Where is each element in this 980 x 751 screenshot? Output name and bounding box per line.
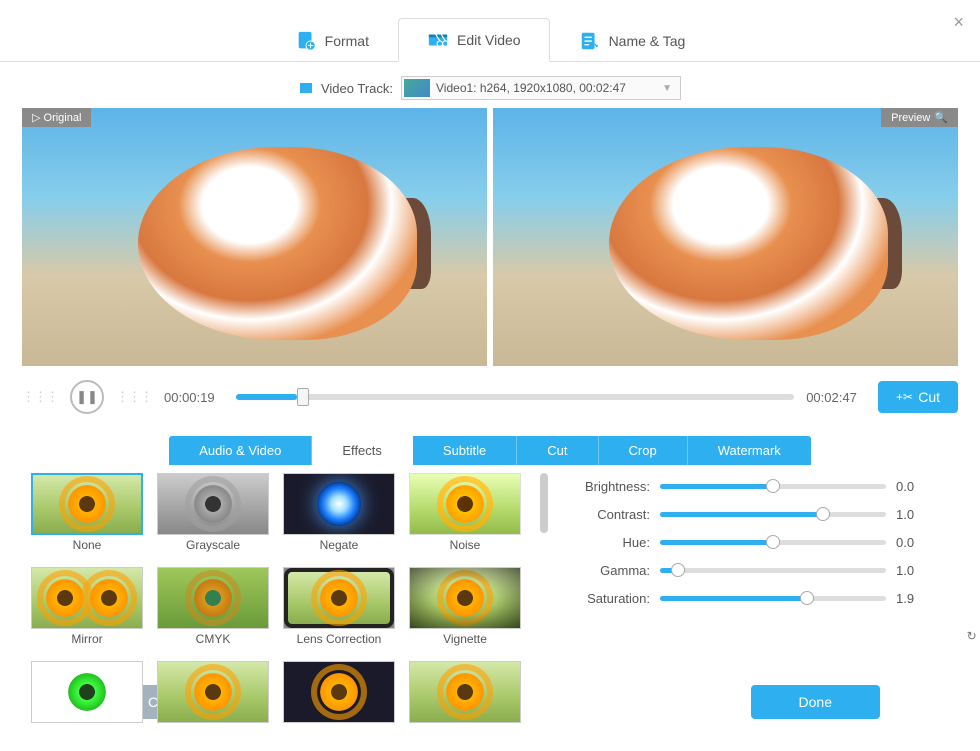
- tab-format[interactable]: Format: [266, 18, 398, 62]
- original-badge: ▷ Original: [22, 108, 91, 127]
- slider-contrast: Contrast: 1.0: [568, 507, 932, 522]
- timeline-slider[interactable]: [236, 394, 794, 400]
- effect-extra-3[interactable]: [280, 661, 398, 749]
- contrast-slider[interactable]: [660, 512, 886, 517]
- effect-extra-1[interactable]: [28, 661, 146, 749]
- pause-button[interactable]: ❚❚: [70, 380, 104, 414]
- subtab-watermark[interactable]: Watermark: [688, 436, 811, 465]
- subtab-audio-video[interactable]: Audio & Video: [169, 436, 312, 465]
- gamma-label: Gamma:: [568, 563, 650, 578]
- edit-video-icon: [427, 29, 449, 51]
- effect-none-label: None: [73, 538, 102, 552]
- hue-slider[interactable]: [660, 540, 886, 545]
- cut-button-label: Cut: [918, 389, 940, 405]
- tab-edit-video[interactable]: Edit Video: [398, 18, 550, 62]
- close-icon[interactable]: ×: [953, 12, 964, 33]
- video-track-label: Video Track:: [321, 81, 393, 96]
- original-badge-text: Original: [44, 112, 82, 124]
- svg-text:+✂: +✂: [896, 390, 912, 404]
- reset-icon: ↻: [967, 629, 977, 643]
- video-track-row: Video Track: Video1: h264, 1920x1080, 00…: [0, 61, 980, 108]
- drag-handle-right[interactable]: ⋮⋮⋮: [116, 389, 152, 405]
- tab-format-label: Format: [325, 33, 369, 49]
- effect-preview: [493, 108, 958, 366]
- contrast-label: Contrast:: [568, 507, 650, 522]
- effect-lens-label: Lens Correction: [297, 632, 382, 646]
- saturation-value: 1.9: [896, 591, 932, 606]
- gamma-slider[interactable]: [660, 568, 886, 573]
- slider-hue: Hue: 0.0: [568, 535, 932, 550]
- pause-icon: ❚❚: [76, 389, 98, 405]
- effect-extra-4[interactable]: [406, 661, 524, 749]
- effect-mirror-label: Mirror: [71, 632, 102, 646]
- preview-badge-text: Preview: [891, 112, 930, 124]
- track-selected-text: Video1: h264, 1920x1080, 00:02:47: [436, 81, 626, 95]
- hue-value: 0.0: [896, 535, 932, 550]
- effect-noise-label: Noise: [450, 538, 481, 552]
- effects-panel: None Grayscale Negate Noise Mirror CMYK: [28, 473, 952, 653]
- duration-time: 00:02:47: [806, 390, 866, 405]
- current-time: 00:00:19: [164, 390, 224, 405]
- effect-none[interactable]: None: [28, 473, 146, 561]
- subtab-cut[interactable]: Cut: [517, 436, 598, 465]
- drag-handle-left[interactable]: ⋮⋮⋮: [22, 389, 58, 405]
- track-thumbnail: [404, 79, 430, 97]
- subtab-effects[interactable]: Effects: [312, 436, 413, 465]
- effect-mirror[interactable]: Mirror: [28, 567, 146, 655]
- subtab-crop[interactable]: Crop: [599, 436, 688, 465]
- format-icon: [295, 30, 317, 52]
- sliders-column: Brightness: 0.0 Contrast: 1.0 Hue: 0.0 G…: [568, 473, 952, 653]
- effect-negate-label: Negate: [320, 538, 359, 552]
- slider-gamma: Gamma: 1.0: [568, 563, 932, 578]
- chevron-down-icon: ▼: [662, 83, 672, 94]
- tab-edit-video-label: Edit Video: [457, 32, 521, 48]
- preview-badge: Preview 🔍: [881, 108, 958, 127]
- effects-scrollbar[interactable]: [540, 473, 548, 533]
- slider-brightness: Brightness: 0.0: [568, 479, 932, 494]
- contrast-value: 1.0: [896, 507, 932, 522]
- tab-name-tag[interactable]: Name & Tag: [550, 18, 715, 62]
- top-tabs: Format Edit Video Name & Tag: [0, 0, 980, 62]
- hue-label: Hue:: [568, 535, 650, 550]
- cut-button[interactable]: +✂ Cut: [878, 381, 958, 413]
- name-tag-icon: [579, 30, 601, 52]
- effect-cmyk[interactable]: CMYK: [154, 567, 272, 655]
- saturation-slider[interactable]: [660, 596, 886, 601]
- scissors-icon: +✂: [896, 390, 912, 404]
- effect-negate[interactable]: Negate: [280, 473, 398, 561]
- magnify-icon: 🔍: [934, 111, 948, 124]
- timeline-row: ⋮⋮⋮ ❚❚ ⋮⋮⋮ 00:00:19 00:02:47 +✂ Cut: [0, 366, 980, 428]
- edit-sub-tabs: Audio & Video Effects Subtitle Cut Crop …: [22, 436, 958, 465]
- effect-noise[interactable]: Noise: [406, 473, 524, 561]
- timeline-thumb[interactable]: [297, 388, 309, 406]
- brightness-slider[interactable]: [660, 484, 886, 489]
- preview-row: ▷ Original Preview 🔍: [0, 108, 980, 366]
- effect-grayscale-label: Grayscale: [186, 538, 240, 552]
- gamma-value: 1.0: [896, 563, 932, 578]
- track-icon: [299, 81, 313, 95]
- subtab-subtitle[interactable]: Subtitle: [413, 436, 517, 465]
- effect-vignette-label: Vignette: [443, 632, 487, 646]
- tab-name-tag-label: Name & Tag: [609, 33, 686, 49]
- original-preview: [22, 108, 487, 366]
- effect-extra-2[interactable]: [154, 661, 272, 749]
- saturation-label: Saturation:: [568, 591, 650, 606]
- effect-cmyk-label: CMYK: [196, 632, 231, 646]
- effect-lens[interactable]: Lens Correction: [280, 567, 398, 655]
- brightness-value: 0.0: [896, 479, 932, 494]
- done-button[interactable]: Done: [751, 685, 880, 719]
- effect-grayscale[interactable]: Grayscale: [154, 473, 272, 561]
- reset-button[interactable]: ↻ Reset: [967, 629, 980, 643]
- slider-saturation: Saturation: 1.9 ↻ Reset: [568, 591, 932, 606]
- effect-vignette[interactable]: Vignette: [406, 567, 524, 655]
- effects-grid[interactable]: None Grayscale Negate Noise Mirror CMYK: [28, 473, 548, 749]
- brightness-label: Brightness:: [568, 479, 650, 494]
- video-track-select[interactable]: Video1: h264, 1920x1080, 00:02:47 ▼: [401, 76, 681, 100]
